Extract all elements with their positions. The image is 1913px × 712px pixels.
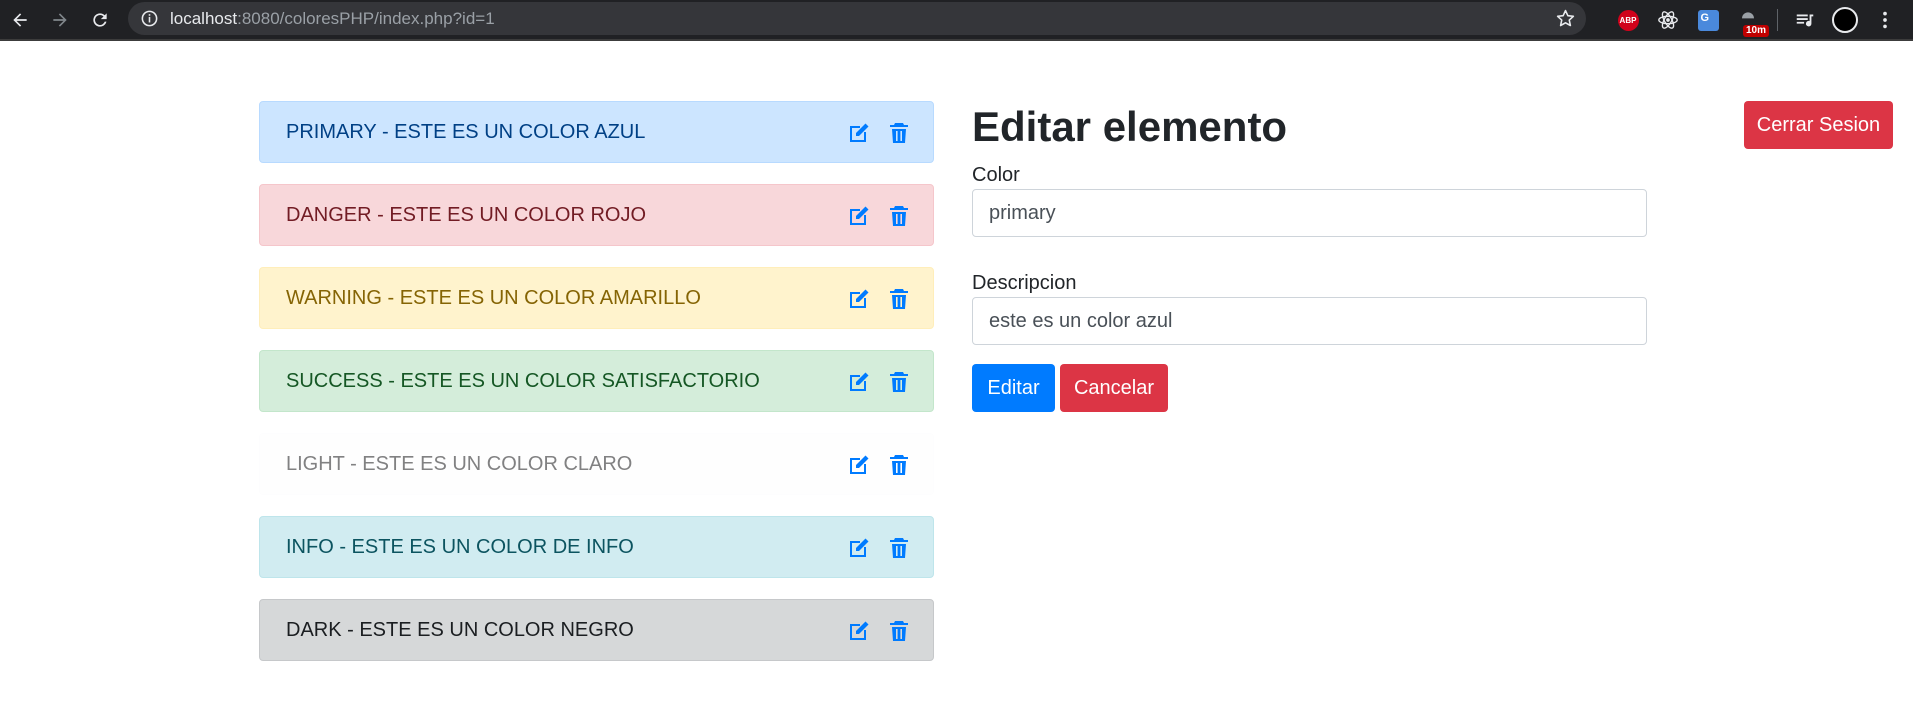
list-item-label: DARK - ESTE ES UN COLOR NEGRO bbox=[286, 619, 634, 641]
list-item-label: INFO - ESTE ES UN COLOR DE INFO bbox=[286, 536, 634, 558]
list-item: INFO - ESTE ES UN COLOR DE INFO bbox=[259, 516, 934, 578]
timer-icon: 10m bbox=[1737, 9, 1770, 37]
edit-button[interactable] bbox=[847, 121, 871, 145]
arrow-left-icon bbox=[13, 13, 27, 27]
star-icon[interactable] bbox=[1555, 8, 1576, 29]
info-icon[interactable] bbox=[140, 9, 159, 28]
menu-button[interactable] bbox=[1870, 5, 1900, 35]
edit-button[interactable] bbox=[847, 453, 871, 477]
url-text: localhost:8080/coloresPHP/index.php?id=1 bbox=[170, 9, 495, 29]
edit-button[interactable] bbox=[847, 287, 871, 311]
browser-toolbar: localhost:8080/coloresPHP/index.php?id=1… bbox=[0, 0, 1913, 41]
reload-icon bbox=[93, 13, 107, 27]
translate-icon: G bbox=[1697, 9, 1719, 31]
color-label: Color bbox=[972, 164, 1020, 186]
trash-icon bbox=[890, 621, 908, 641]
timer-badge: 10m bbox=[1743, 25, 1770, 37]
cerrar-sesion-button[interactable]: Cerrar Sesion bbox=[1744, 101, 1893, 149]
media-control-button[interactable] bbox=[1790, 5, 1820, 35]
back-button[interactable] bbox=[4, 4, 36, 36]
url-host: localhost bbox=[170, 9, 238, 28]
cancelar-button[interactable]: Cancelar bbox=[1060, 364, 1168, 412]
edit-button[interactable] bbox=[847, 204, 871, 228]
trash-icon bbox=[890, 123, 908, 143]
address-bar[interactable]: localhost:8080/coloresPHP/index.php?id=1 bbox=[128, 2, 1586, 35]
delete-button[interactable] bbox=[887, 453, 911, 477]
list-item-label: SUCCESS - ESTE ES UN COLOR SATISFACTORIO bbox=[286, 370, 760, 392]
edit-icon bbox=[850, 372, 869, 391]
edit-icon bbox=[850, 123, 869, 142]
trash-icon bbox=[890, 538, 908, 558]
delete-button[interactable] bbox=[887, 536, 911, 560]
timer-extension[interactable]: 10m bbox=[1733, 5, 1770, 37]
translate-extension[interactable]: G bbox=[1693, 5, 1723, 35]
edit-button[interactable] bbox=[847, 536, 871, 560]
url-path: :8080/coloresPHP/index.php?id=1 bbox=[237, 9, 495, 28]
delete-button[interactable] bbox=[887, 619, 911, 643]
playlist-icon bbox=[1796, 14, 1814, 27]
delete-button[interactable] bbox=[887, 121, 911, 145]
react-icon bbox=[1658, 11, 1678, 29]
edit-button[interactable] bbox=[847, 619, 871, 643]
delete-button[interactable] bbox=[887, 204, 911, 228]
page-title: Editar elemento bbox=[972, 103, 1288, 150]
trash-icon bbox=[890, 455, 908, 475]
reload-button[interactable] bbox=[84, 4, 116, 36]
list-item: WARNING - ESTE ES UN COLOR AMARILLO bbox=[259, 267, 934, 329]
color-list: PRIMARY - ESTE ES UN COLOR AZUL DANGER - … bbox=[259, 101, 934, 682]
adblock-extension[interactable]: ABP bbox=[1613, 5, 1643, 35]
descripcion-label: Descripcion bbox=[972, 272, 1077, 294]
list-item: PRIMARY - ESTE ES UN COLOR AZUL bbox=[259, 101, 934, 163]
edit-icon bbox=[850, 206, 869, 225]
edit-icon bbox=[850, 538, 869, 557]
toolbar-divider bbox=[1777, 9, 1778, 31]
editar-button[interactable]: Editar bbox=[972, 364, 1055, 412]
edit-icon bbox=[850, 455, 869, 474]
arrow-right-icon bbox=[53, 13, 67, 27]
trash-icon bbox=[890, 289, 908, 309]
react-devtools-extension[interactable] bbox=[1653, 5, 1683, 35]
kebab-menu-icon bbox=[1883, 11, 1887, 29]
list-item: DANGER - ESTE ES UN COLOR ROJO bbox=[259, 184, 934, 246]
trash-icon bbox=[890, 372, 908, 392]
delete-button[interactable] bbox=[887, 370, 911, 394]
trash-icon bbox=[890, 206, 908, 226]
adblock-icon: ABP bbox=[1617, 9, 1639, 31]
list-item-label: DANGER - ESTE ES UN COLOR ROJO bbox=[286, 204, 647, 226]
profile-extension[interactable] bbox=[1830, 5, 1860, 35]
list-item: DARK - ESTE ES UN COLOR NEGRO bbox=[259, 599, 934, 661]
list-item-label: LIGHT - ESTE ES UN COLOR CLARO bbox=[286, 453, 633, 475]
list-item: SUCCESS - ESTE ES UN COLOR SATISFACTORIO bbox=[259, 350, 934, 412]
edit-icon bbox=[850, 621, 869, 640]
delete-button[interactable] bbox=[887, 287, 911, 311]
list-item-label: PRIMARY - ESTE ES UN COLOR AZUL bbox=[286, 121, 646, 143]
color-input[interactable] bbox=[972, 189, 1647, 237]
list-item-label: WARNING - ESTE ES UN COLOR AMARILLO bbox=[286, 287, 701, 309]
list-item: LIGHT - ESTE ES UN COLOR CLARO bbox=[259, 433, 934, 495]
forward-button[interactable] bbox=[44, 4, 76, 36]
descripcion-input[interactable] bbox=[972, 297, 1647, 345]
edit-button[interactable] bbox=[847, 370, 871, 394]
profile-icon bbox=[1832, 7, 1858, 33]
edit-icon bbox=[850, 289, 869, 308]
